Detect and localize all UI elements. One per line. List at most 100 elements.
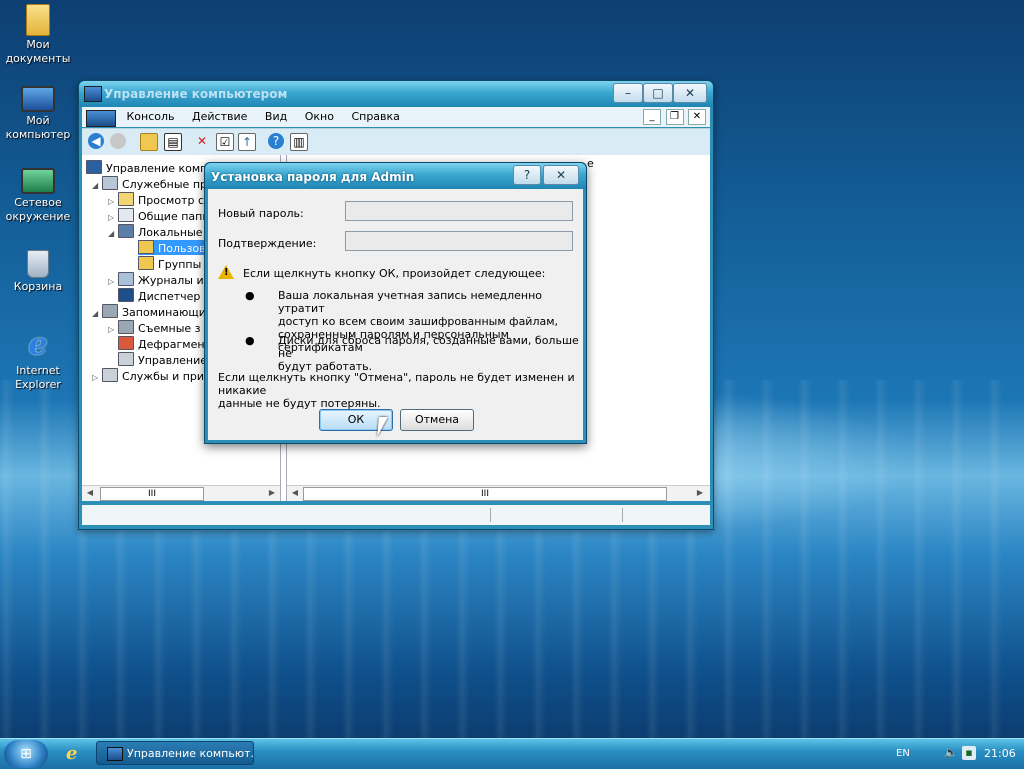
- tree-item[interactable]: ▷ Службы и прило: [92, 368, 218, 383]
- new-password-input[interactable]: [345, 201, 573, 221]
- desktop-icon-internet-explorer[interactable]: e Internet Explorer: [2, 328, 74, 392]
- maximize-button[interactable]: □: [643, 83, 673, 103]
- desktop-icon-my-computer[interactable]: Мой компьютер: [2, 82, 74, 142]
- tree-item[interactable]: ▷ Просмотр с: [108, 192, 204, 207]
- start-button[interactable]: ⊞: [4, 740, 48, 768]
- volume-icon[interactable]: 🔈: [944, 746, 958, 760]
- folder-icon: [138, 240, 154, 254]
- desktop-icon-recycle-bin[interactable]: Корзина: [2, 246, 74, 294]
- defrag-icon: [118, 336, 134, 350]
- quick-launch-ie-icon[interactable]: e: [66, 744, 86, 764]
- expand-icon[interactable]: ▷: [108, 210, 118, 223]
- tree-item[interactable]: Управление компью: [86, 160, 223, 175]
- up-folder-icon[interactable]: [140, 133, 158, 151]
- list-horizontal-scrollbar[interactable]: ◀ III ▶: [287, 485, 710, 501]
- network-icon: [21, 168, 55, 194]
- taskbar-button-label: Управление компьют...: [127, 747, 254, 760]
- delete-icon[interactable]: ✕: [194, 133, 210, 149]
- tree-item-label: Группы: [158, 258, 202, 271]
- computer-icon: [21, 86, 55, 112]
- menu-action[interactable]: Действие: [185, 107, 254, 123]
- mdi-close-button[interactable]: ✕: [688, 109, 706, 125]
- bullet-2-line: Диски для сброса пароля, созданные вами,…: [278, 334, 579, 360]
- dialog-body: Новый пароль: Подтверждение: Если щелкну…: [208, 189, 583, 440]
- status-bar: [82, 505, 710, 525]
- tree-item-label: Общие папк: [138, 210, 209, 223]
- expand-icon[interactable]: ▷: [108, 274, 118, 287]
- expand-icon[interactable]: ▷: [108, 194, 118, 207]
- tree-item-label: Съемные з: [138, 322, 201, 335]
- storage-icon: [102, 304, 118, 318]
- action-pane-icon[interactable]: ▥: [290, 133, 308, 151]
- forward-icon[interactable]: [110, 133, 126, 149]
- collapse-icon[interactable]: ◢: [92, 178, 102, 191]
- menu-help[interactable]: Справка: [344, 107, 406, 123]
- desktop-icon-label: Мой: [26, 114, 50, 127]
- mdi-restore-button[interactable]: ❐: [665, 109, 684, 125]
- folder-icon: [26, 4, 50, 36]
- tree-item-label: Просмотр с: [138, 194, 204, 207]
- tree-horizontal-scrollbar[interactable]: ◀ III ▶: [82, 485, 280, 501]
- mdi-minimize-button[interactable]: _: [643, 109, 661, 125]
- clock[interactable]: 21:06: [984, 747, 1016, 760]
- tree-item[interactable]: ◢ Локальные: [108, 224, 203, 239]
- desktop-icon-label: компьютер: [5, 128, 71, 141]
- expand-icon[interactable]: ▷: [108, 322, 118, 335]
- tree-item[interactable]: ▷ Журналы и: [108, 272, 204, 287]
- refresh-icon[interactable]: ↑: [238, 133, 256, 151]
- scroll-left-icon[interactable]: ◀: [289, 487, 301, 499]
- status-separator: [622, 508, 623, 522]
- tree-item-label: Служебные про: [122, 178, 214, 191]
- collapse-icon[interactable]: ◢: [92, 306, 102, 319]
- dialog-close-button[interactable]: ✕: [543, 165, 579, 185]
- list-column-header[interactable]: е: [587, 156, 617, 172]
- language-indicator[interactable]: EN: [896, 748, 910, 759]
- desktop-icon-label: окружение: [5, 210, 71, 223]
- scroll-left-icon[interactable]: ◀: [84, 487, 96, 499]
- dialog-titlebar[interactable]: Установка пароля для Admin ? ✕: [205, 163, 586, 189]
- cancel-note-line: Если щелкнуть кнопку "Отмена", пароль не…: [218, 371, 575, 397]
- expand-icon[interactable]: ▷: [92, 370, 102, 383]
- tree-item[interactable]: ◢ Запоминающие: [92, 304, 213, 319]
- removable-storage-icon: [118, 320, 134, 334]
- scroll-thumb[interactable]: III: [100, 487, 204, 501]
- minimize-button[interactable]: –: [613, 83, 643, 103]
- warning-text: Если щелкнуть кнопку ОК, произойдет след…: [243, 267, 546, 280]
- menu-window[interactable]: Окно: [298, 107, 341, 123]
- properties-icon[interactable]: ☑: [216, 133, 234, 151]
- tree-item[interactable]: Управление: [118, 352, 207, 367]
- tree-item[interactable]: Группы: [138, 256, 201, 271]
- scroll-right-icon[interactable]: ▶: [266, 487, 278, 499]
- close-button[interactable]: ✕: [673, 83, 707, 103]
- disk-management-icon: [118, 352, 134, 366]
- bullet-1-line: Ваша локальная учетная запись немедленно…: [278, 289, 543, 315]
- help-icon[interactable]: ?: [268, 133, 284, 149]
- tree-item[interactable]: Дефрагмен: [118, 336, 205, 351]
- cancel-button[interactable]: Отмена: [400, 409, 474, 431]
- tree-item[interactable]: ▷ Общие папк: [108, 208, 209, 223]
- show-hide-tree-icon[interactable]: ▤: [164, 133, 182, 151]
- back-icon[interactable]: ◀: [88, 133, 104, 149]
- dialog-help-button[interactable]: ?: [513, 165, 541, 185]
- tree-item-label: Локальные: [138, 226, 203, 239]
- tree-item[interactable]: ▷ Съемные з: [108, 320, 201, 335]
- bullet-icon: ●: [245, 289, 255, 302]
- window-titlebar[interactable]: Управление компьютером – □ ✕: [79, 81, 713, 107]
- confirm-password-input[interactable]: [345, 231, 573, 251]
- desktop-icon-label: документы: [5, 52, 71, 65]
- status-separator: [490, 508, 491, 522]
- tree-item[interactable]: ◢ Служебные про: [92, 176, 214, 191]
- menu-view[interactable]: Вид: [258, 107, 294, 123]
- scroll-thumb[interactable]: III: [303, 487, 667, 501]
- tree-item[interactable]: Диспетчер: [118, 288, 200, 303]
- network-status-icon[interactable]: ▪: [962, 746, 976, 760]
- scroll-right-icon[interactable]: ▶: [694, 487, 706, 499]
- tree-item-label: Запоминающие: [122, 306, 213, 319]
- desktop-icon-network[interactable]: Сетевое окружение: [2, 164, 74, 224]
- menu-console[interactable]: Консоль: [120, 107, 182, 123]
- desktop-icon-my-documents[interactable]: Мои документы: [2, 4, 74, 66]
- local-users-icon: [118, 224, 134, 238]
- taskbar-button-computer-management[interactable]: Управление компьют...: [96, 741, 254, 765]
- confirm-password-label: Подтверждение:: [218, 237, 317, 250]
- collapse-icon[interactable]: ◢: [108, 226, 118, 239]
